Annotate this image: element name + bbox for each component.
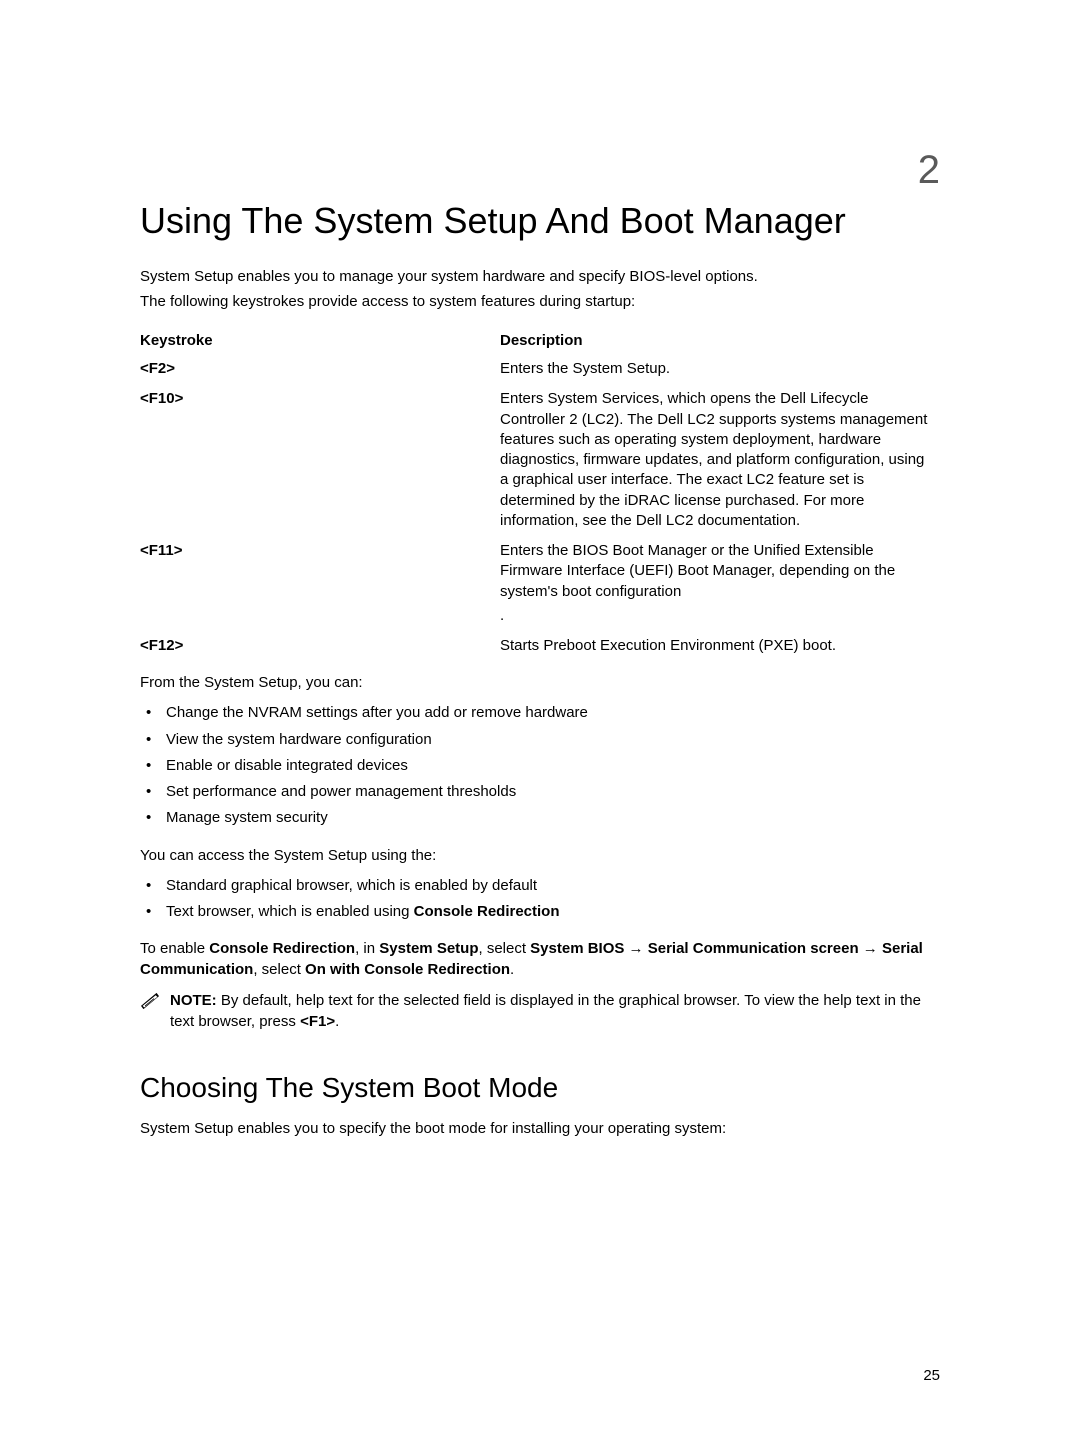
- from-setup-lead: From the System Setup, you can:: [140, 672, 940, 693]
- note-body-end: .: [335, 1013, 339, 1030]
- text-bold: Serial Communication screen: [648, 940, 863, 957]
- list-item-text: Text browser, which is enabled using: [166, 903, 414, 920]
- table-row: <F10> Enters System Services, which open…: [140, 385, 940, 537]
- document-page: 2 Using The System Setup And Boot Manage…: [0, 0, 1080, 1434]
- table-row: <F11> Enters the BIOS Boot Manager or th…: [140, 537, 940, 632]
- table-header-row: Keystroke Description: [140, 328, 940, 355]
- chapter-number: 2: [140, 150, 940, 190]
- note-label: NOTE:: [170, 992, 221, 1009]
- arrow-glyph: →: [863, 940, 882, 957]
- access-lead: You can access the System Setup using th…: [140, 845, 940, 866]
- keystroke-cell: <F12>: [140, 632, 500, 662]
- table-row: <F2> Enters the System Setup.: [140, 355, 940, 385]
- arrow-glyph: →: [629, 940, 648, 957]
- description-cell: Enters System Services, which opens the …: [500, 385, 940, 537]
- text-fragment: , select: [478, 940, 530, 957]
- text-bold: Console Redirection: [209, 940, 355, 957]
- note-icon: [140, 992, 160, 1010]
- from-setup-list: Change the NVRAM settings after you add …: [140, 703, 940, 828]
- section-body: System Setup enables you to specify the …: [140, 1118, 940, 1139]
- enable-console-redirection-paragraph: To enable Console Redirection, in System…: [140, 938, 940, 980]
- table-row: <F12> Starts Preboot Execution Environme…: [140, 632, 940, 662]
- list-item: Text browser, which is enabled using Con…: [140, 902, 940, 922]
- list-item: Manage system security: [140, 808, 940, 828]
- keystroke-table: Keystroke Description <F2> Enters the Sy…: [140, 328, 940, 662]
- page-number: 25: [923, 1367, 940, 1384]
- text-fragment: .: [510, 961, 514, 978]
- keystroke-cell: <F10>: [140, 385, 500, 537]
- keystroke-cell: <F11>: [140, 537, 500, 632]
- page-title: Using The System Setup And Boot Manager: [140, 200, 940, 242]
- list-item: Change the NVRAM settings after you add …: [140, 703, 940, 723]
- note-body: By default, help text for the selected f…: [170, 992, 921, 1030]
- description-cell: Enters the System Setup.: [500, 355, 940, 385]
- intro-paragraph-2: The following keystrokes provide access …: [140, 291, 940, 312]
- text-fragment: To enable: [140, 940, 209, 957]
- section-title: Choosing The System Boot Mode: [140, 1072, 940, 1104]
- table-header-description: Description: [500, 328, 940, 355]
- text-fragment: , in: [355, 940, 379, 957]
- description-cell: Enters the BIOS Boot Manager or the Unif…: [500, 537, 940, 632]
- access-list: Standard graphical browser, which is ena…: [140, 876, 940, 923]
- note-text: NOTE: By default, help text for the sele…: [170, 990, 940, 1032]
- list-item: Standard graphical browser, which is ena…: [140, 876, 940, 896]
- keystroke-cell: <F2>: [140, 355, 500, 385]
- description-trailing-dot: .: [500, 606, 932, 626]
- list-item: Enable or disable integrated devices: [140, 756, 940, 776]
- intro-paragraph-1: System Setup enables you to manage your …: [140, 266, 940, 287]
- description-cell: Starts Preboot Execution Environment (PX…: [500, 632, 940, 662]
- list-item: Set performance and power management thr…: [140, 782, 940, 802]
- text-bold: System BIOS: [530, 940, 628, 957]
- description-text: Enters the BIOS Boot Manager or the Unif…: [500, 542, 895, 600]
- list-item-bold: Console Redirection: [414, 903, 560, 920]
- text-bold: On with Console Redirection: [305, 961, 510, 978]
- text-bold: System Setup: [379, 940, 478, 957]
- note-block: NOTE: By default, help text for the sele…: [140, 990, 940, 1032]
- table-header-keystroke: Keystroke: [140, 328, 500, 355]
- list-item: View the system hardware configuration: [140, 730, 940, 750]
- note-key: <F1>: [300, 1013, 335, 1030]
- text-fragment: , select: [253, 961, 305, 978]
